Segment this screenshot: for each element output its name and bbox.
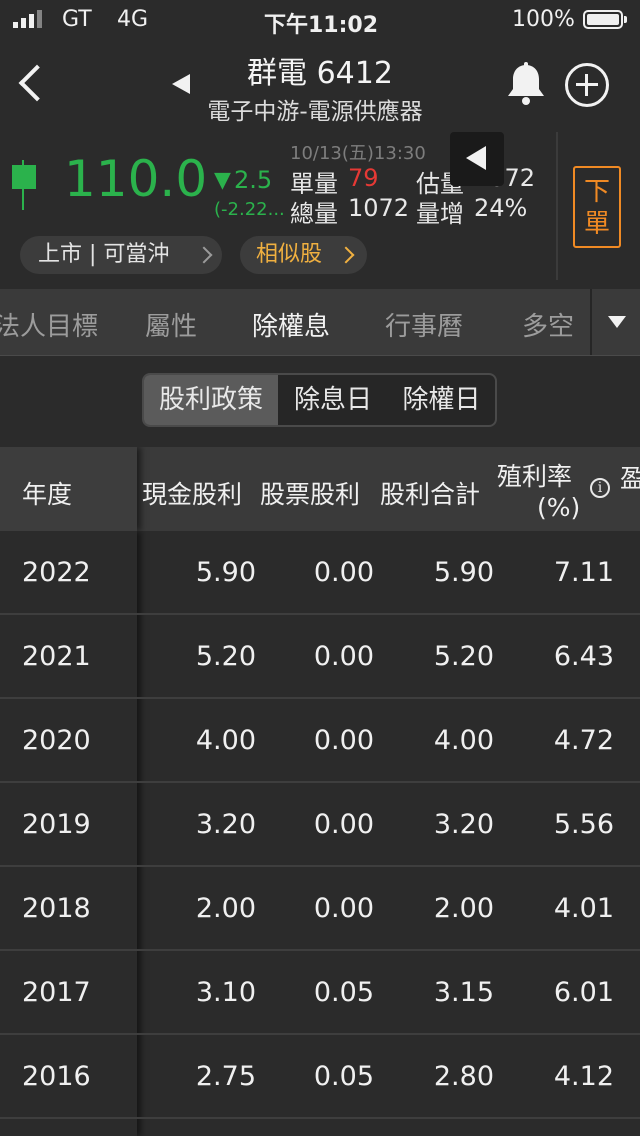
cell-yield: 5.56 — [553, 809, 614, 840]
cell-year: 2019 — [22, 809, 91, 840]
tab-institutional-target[interactable]: 法人目標 — [0, 306, 98, 343]
cell-total-dividend: 5.20 — [433, 641, 494, 672]
total-volume-label: 總量 — [290, 200, 338, 228]
table-header: 年度 現金股利 股票股利 股利合計 殖利率 (%) 盈 — [0, 447, 640, 531]
tab-bar: 法人目標 屬性 除權息 行事曆 多空 — [0, 289, 640, 356]
segment-ex-dividend-date[interactable]: 除息日 — [278, 375, 388, 425]
table-row[interactable]: 2021 5.20 0.00 5.20 6.43 — [0, 615, 640, 699]
battery-tip — [624, 16, 627, 23]
cell-total-dividend: 2.80 — [433, 1061, 494, 1092]
cell-stock-dividend: 0.00 — [313, 809, 374, 840]
cell-year: 2022 — [22, 557, 91, 588]
cell-total-dividend: 5.90 — [433, 557, 494, 588]
cell-cash-dividend: 3.10 — [195, 977, 256, 1008]
stock-industry: 電子中游-電源供應器 — [207, 99, 423, 125]
cell-total-dividend: 3.15 — [433, 977, 494, 1008]
prev-stock-arrow-icon[interactable] — [172, 74, 190, 94]
cell-yield: 6.43 — [553, 641, 614, 672]
header-year[interactable]: 年度 — [22, 475, 72, 511]
market-type-label: 上市 | 可當沖 — [38, 242, 170, 267]
cell-yield: 6.01 — [553, 977, 614, 1008]
segment-dividend-policy[interactable]: 股利政策 — [144, 375, 278, 425]
price-change-percent: (-2.22... — [214, 199, 285, 220]
tab-calendar[interactable]: 行事曆 — [385, 306, 463, 343]
cell-total-dividend: 4.00 — [433, 725, 494, 756]
cell-year: 2020 — [22, 725, 91, 756]
network-label: 4G — [117, 7, 149, 32]
cell-year: 2018 — [22, 893, 91, 924]
table-row[interactable]: 2016 2.75 0.05 2.80 4.12 — [0, 1035, 640, 1119]
candle-body — [12, 165, 36, 189]
table-row[interactable]: 2019 3.20 0.00 3.20 5.56 — [0, 783, 640, 867]
cell-cash-dividend: 3.20 — [195, 809, 256, 840]
cell-total-dividend: 3.20 — [433, 809, 494, 840]
cell-cash-dividend: 5.90 — [195, 557, 256, 588]
info-icon[interactable]: i — [590, 478, 610, 498]
cell-yield: 4.12 — [553, 1061, 614, 1092]
tab-bull-bear[interactable]: 多空 — [522, 306, 574, 343]
chevron-right-icon — [337, 246, 355, 264]
cell-year: 2017 — [22, 977, 91, 1008]
cell-stock-dividend: 0.00 — [313, 641, 374, 672]
cell-yield: 7.11 — [553, 557, 614, 588]
table-row[interactable]: 2017 3.10 0.05 3.15 6.01 — [0, 951, 640, 1035]
last-price: 110.0 — [64, 150, 208, 208]
cell-stock-dividend: 0.00 — [313, 557, 374, 588]
cell-cash-dividend: 5.20 — [195, 641, 256, 672]
divider — [556, 132, 558, 280]
bell-icon[interactable] — [505, 62, 547, 106]
tab-dividends[interactable]: 除權息 — [252, 306, 330, 343]
header-next-column[interactable]: 盈 — [620, 459, 640, 495]
cell-yield: 4.01 — [553, 893, 614, 924]
quote-timestamp: 10/13(五)13:30 — [290, 143, 426, 164]
segment-ex-rights-date[interactable]: 除權日 — [388, 375, 495, 425]
chevron-right-icon — [195, 246, 213, 264]
battery-icon — [583, 10, 623, 29]
dividend-table: 2022 5.90 0.00 5.90 7.11 2021 5.20 0.00 … — [0, 531, 640, 1136]
battery-percent: 100% — [512, 7, 575, 32]
price-change: 2.5 — [234, 166, 273, 194]
similar-stocks-pill[interactable]: 相似股 — [240, 236, 367, 274]
similar-stocks-label: 相似股 — [256, 242, 323, 267]
header-yield[interactable]: 殖利率 — [497, 457, 572, 493]
cell-total-dividend: 2.00 — [433, 893, 494, 924]
cell-stock-dividend: 0.00 — [313, 893, 374, 924]
header-total-dividend[interactable]: 股利合計 — [380, 475, 480, 511]
cell-cash-dividend: 4.00 — [195, 725, 256, 756]
cell-cash-dividend: 2.75 — [195, 1061, 256, 1092]
stock-title: 群電 6412 — [247, 56, 393, 91]
total-volume-value: 1072 — [348, 194, 410, 222]
cell-stock-dividend: 0.05 — [313, 977, 374, 1008]
table-row[interactable]: 2018 2.00 0.00 2.00 4.01 — [0, 867, 640, 951]
market-type-pill[interactable]: 上市 | 可當沖 — [20, 236, 222, 274]
down-arrow-icon: ▼ — [214, 168, 231, 193]
order-button[interactable]: 下 單 — [573, 166, 621, 248]
single-volume-value: 79 — [348, 164, 379, 192]
header-yield-unit: (%) — [537, 493, 581, 522]
cell-yield: 4.72 — [553, 725, 614, 756]
cell-stock-dividend: 0.05 — [313, 1061, 374, 1092]
status-bar: GT 4G 下午11:02 100% — [0, 0, 640, 40]
volume-increase-label: 量增 — [416, 200, 464, 228]
cell-year: 2016 — [22, 1061, 91, 1092]
table-row[interactable]: 2022 5.90 0.00 5.90 7.11 — [0, 531, 640, 615]
clock: 下午11:02 — [264, 13, 379, 38]
chart-toggle-button[interactable] — [450, 132, 504, 186]
table-row[interactable]: 2020 4.00 0.00 4.00 4.72 — [0, 699, 640, 783]
segmented-control: 股利政策 除息日 除權日 — [142, 373, 497, 427]
carrier-label: GT — [62, 7, 92, 32]
header-cash-dividend[interactable]: 現金股利 — [142, 475, 242, 511]
cell-cash-dividend: 2.00 — [195, 893, 256, 924]
cell-stock-dividend: 0.00 — [313, 725, 374, 756]
back-button[interactable] — [18, 62, 48, 108]
header-stock-dividend[interactable]: 股票股利 — [260, 475, 360, 511]
volume-increase-value: 24% — [474, 194, 528, 222]
cell-year: 2021 — [22, 641, 91, 672]
triangle-left-icon — [466, 146, 486, 170]
tab-more-dropdown-icon[interactable] — [590, 289, 640, 355]
tab-attributes[interactable]: 屬性 — [145, 306, 197, 343]
add-watchlist-icon[interactable] — [565, 63, 609, 107]
